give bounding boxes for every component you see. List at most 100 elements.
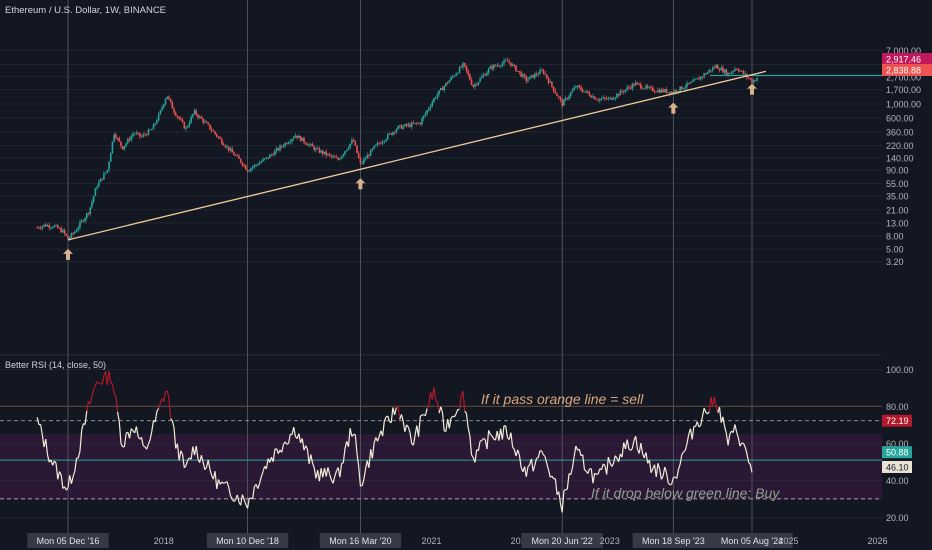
candle-body: [128, 138, 131, 141]
candle-body: [703, 73, 705, 77]
sell-annotation: If it pass orange line = sell: [481, 391, 644, 407]
candle-body: [219, 137, 221, 139]
candle-body: [487, 68, 490, 73]
candle-body: [262, 159, 264, 162]
candle-body: [385, 139, 387, 142]
candle-body: [233, 152, 235, 156]
candle-body: [436, 94, 439, 98]
price-axis-label: 1,000.00: [886, 100, 921, 110]
candle-body: [754, 79, 757, 81]
candle-body: [477, 81, 480, 85]
candle-body: [390, 133, 392, 135]
candle-body: [467, 70, 469, 75]
candle-body: [612, 98, 615, 100]
candle-body: [265, 157, 268, 159]
candle-body: [393, 132, 396, 133]
candle-body: [641, 88, 644, 89]
candle-body: [682, 88, 685, 90]
rsi-line-segment: [503, 424, 506, 427]
candle-body: [39, 228, 42, 229]
candle-body: [169, 98, 172, 102]
candle-body: [241, 162, 244, 166]
price-axis-label: 21.00: [886, 205, 909, 215]
candle-body: [92, 195, 95, 202]
candle-body: [207, 122, 210, 125]
candle-body: [267, 157, 269, 159]
candle-body: [166, 96, 168, 100]
candle-body: [357, 153, 360, 159]
candle-body: [268, 154, 271, 159]
candle-body: [159, 110, 162, 115]
candle-body: [640, 84, 642, 89]
candle-body: [446, 82, 449, 84]
candle-body: [132, 134, 134, 137]
candle-body: [655, 91, 658, 93]
candle-body: [696, 78, 699, 80]
candle-body: [349, 143, 351, 148]
candle-body: [221, 138, 223, 144]
candle-body: [337, 157, 339, 160]
candle-body: [599, 98, 601, 101]
candle-body: [342, 154, 345, 157]
candle-body: [453, 75, 456, 77]
candle-body: [605, 98, 608, 100]
candle-body: [458, 66, 461, 73]
candle-body: [140, 136, 143, 138]
candle-body: [422, 115, 425, 119]
candle-body: [231, 148, 233, 153]
price-axis-label: 360.00: [886, 127, 914, 137]
candle-body: [518, 71, 521, 73]
candle-body: [121, 146, 124, 150]
candle-body: [416, 122, 418, 124]
candle-body: [706, 72, 709, 75]
candle-body: [101, 178, 103, 180]
candle-body: [556, 93, 558, 97]
candle-body: [311, 144, 314, 147]
candle-body: [274, 150, 276, 156]
candle-body: [624, 89, 627, 92]
candle-body: [157, 114, 160, 121]
candle-body: [735, 68, 738, 70]
candle-body: [41, 226, 44, 229]
candle-body: [97, 182, 100, 187]
candle-body: [164, 99, 167, 105]
rsi-axis-label: 100.00: [886, 365, 914, 375]
candle-body: [74, 231, 76, 234]
time-axis-label: 2018: [154, 536, 174, 546]
candle-body: [192, 114, 194, 117]
candle-body: [318, 148, 321, 153]
candle-body: [699, 76, 702, 80]
candle-body: [686, 82, 688, 87]
candle-body: [732, 70, 734, 72]
candle-body: [723, 69, 726, 73]
candle-body: [687, 82, 690, 84]
candle-body: [200, 116, 203, 119]
price-tag: 2,838.88: [882, 64, 932, 76]
candle-body: [335, 157, 338, 159]
candle-body: [352, 139, 355, 142]
candle-body: [260, 161, 263, 163]
candle-body: [527, 79, 529, 82]
candle-body: [86, 213, 88, 218]
candle-body: [576, 85, 579, 87]
candle-body: [532, 75, 534, 78]
candle-body: [48, 225, 50, 228]
time-axis-label: 2023: [600, 536, 620, 546]
candle-body: [455, 73, 457, 76]
rsi-line-segment: [223, 481, 226, 484]
candle-body: [123, 146, 126, 150]
candle-body: [299, 135, 302, 141]
candle-body: [575, 86, 577, 88]
candle-body: [361, 163, 363, 164]
candle-body: [498, 65, 500, 67]
candle-body: [82, 220, 85, 222]
candle-body: [185, 127, 187, 129]
date-tag-text: Mon 20 Jun '22: [532, 536, 593, 546]
candle-body: [366, 155, 369, 159]
price-axis-label: 140.00: [886, 153, 914, 163]
candle-body: [710, 70, 712, 71]
candle-body: [460, 66, 463, 68]
candle-body: [448, 80, 451, 84]
candle-body: [475, 84, 478, 86]
candle-body: [665, 89, 668, 93]
